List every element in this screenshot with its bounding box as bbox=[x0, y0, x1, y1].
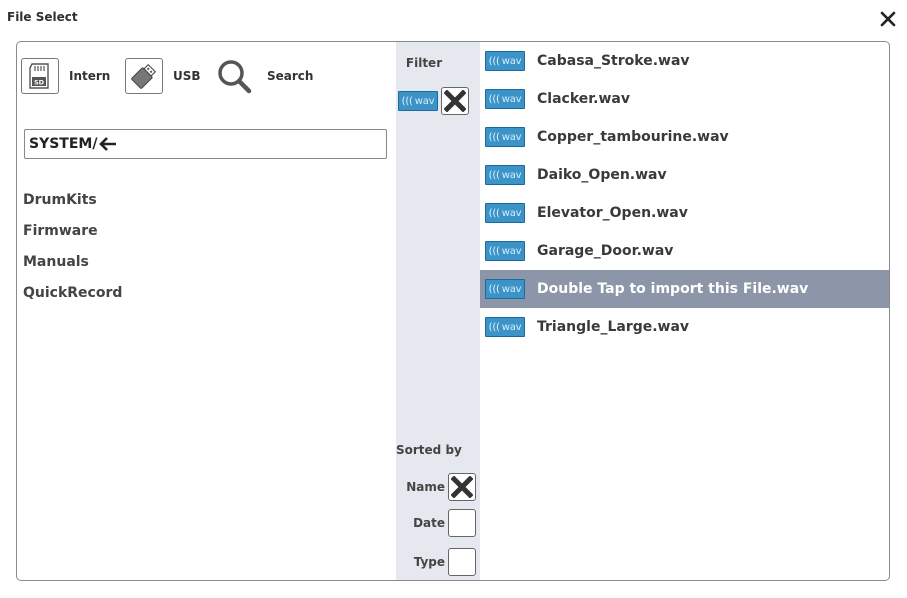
file-row[interactable]: (((wav Garage_Door.wav bbox=[480, 232, 889, 270]
checked-x-icon bbox=[444, 90, 466, 112]
sort-type-option[interactable]: Type bbox=[414, 548, 476, 576]
wav-file-icon: (((wav bbox=[485, 127, 525, 147]
file-row-selected[interactable]: (((wav Double Tap to import this File.wa… bbox=[480, 270, 889, 308]
file-row[interactable]: (((wav Daiko_Open.wav bbox=[480, 156, 889, 194]
sort-name-checkbox[interactable] bbox=[448, 473, 476, 501]
sort-type-checkbox[interactable] bbox=[448, 548, 476, 576]
wav-file-icon: (((wav bbox=[485, 241, 525, 261]
file-row[interactable]: (((wav Elevator_Open.wav bbox=[480, 194, 889, 232]
window-title: File Select bbox=[7, 10, 78, 24]
wav-file-icon: (((wav bbox=[485, 203, 525, 223]
source-intern-button[interactable]: SD Intern bbox=[21, 56, 110, 96]
wav-file-icon: (((wav bbox=[485, 317, 525, 337]
source-intern-label: Intern bbox=[69, 69, 111, 83]
usb-stick-icon[interactable] bbox=[125, 58, 163, 94]
sound-waves-icon: ((( bbox=[401, 95, 413, 107]
sort-date-option[interactable]: Date bbox=[413, 509, 476, 537]
file-name: Clacker.wav bbox=[537, 91, 630, 107]
sort-name-label: Name bbox=[406, 480, 445, 494]
file-row[interactable]: (((wav Copper_tambourine.wav bbox=[480, 118, 889, 156]
sort-type-label: Type bbox=[413, 555, 445, 569]
close-button[interactable] bbox=[877, 8, 899, 30]
checked-x-icon bbox=[451, 476, 473, 498]
file-name: Daiko_Open.wav bbox=[537, 167, 667, 183]
sort-name-option[interactable]: Name bbox=[406, 473, 476, 501]
path-field[interactable]: SYSTEM/ bbox=[24, 129, 387, 159]
filter-wav-checkbox[interactable] bbox=[441, 87, 469, 115]
file-name: Copper_tambourine.wav bbox=[537, 129, 729, 145]
file-browser-panel: SD Intern USB Search SYSTEM/ DrumKits Fi… bbox=[16, 41, 890, 581]
file-row[interactable]: (((wav Clacker.wav bbox=[480, 80, 889, 118]
source-search-button[interactable]: Search bbox=[215, 56, 313, 96]
wav-file-icon: (((wav bbox=[485, 51, 525, 71]
filter-wav-toggle[interactable]: ((( wav bbox=[398, 87, 469, 115]
sort-date-label: Date bbox=[413, 516, 445, 530]
file-list: (((wav Cabasa_Stroke.wav (((wav Clacker.… bbox=[480, 42, 889, 346]
search-icon[interactable] bbox=[215, 57, 255, 95]
sd-card-icon[interactable]: SD bbox=[21, 58, 59, 94]
file-name: Triangle_Large.wav bbox=[537, 319, 690, 335]
folder-item-firmware[interactable]: Firmware bbox=[23, 216, 122, 247]
filter-label: Filter bbox=[405, 56, 443, 70]
sorted-by-label: Sorted by bbox=[396, 443, 462, 457]
source-search-label: Search bbox=[267, 69, 314, 83]
wav-file-icon: (((wav bbox=[485, 165, 525, 185]
svg-text:SD: SD bbox=[34, 79, 45, 87]
folder-item-quickrecord[interactable]: QuickRecord bbox=[23, 278, 122, 309]
close-icon[interactable] bbox=[877, 8, 899, 30]
wav-filter-tag-label: wav bbox=[414, 95, 435, 107]
file-name: Cabasa_Stroke.wav bbox=[537, 53, 690, 69]
sort-date-checkbox[interactable] bbox=[448, 509, 476, 537]
wav-file-icon: (((wav bbox=[485, 279, 525, 299]
source-usb-label: USB bbox=[173, 69, 201, 83]
path-value: SYSTEM/ bbox=[29, 136, 98, 152]
file-name: Elevator_Open.wav bbox=[537, 205, 688, 221]
folder-list: DrumKits Firmware Manuals QuickRecord bbox=[23, 185, 122, 309]
wav-filter-tag: ((( wav bbox=[398, 91, 438, 111]
folder-item-manuals[interactable]: Manuals bbox=[23, 247, 122, 278]
file-name: Garage_Door.wav bbox=[537, 243, 674, 259]
file-row[interactable]: (((wav Cabasa_Stroke.wav bbox=[480, 42, 889, 80]
file-name: Double Tap to import this File.wav bbox=[537, 281, 809, 297]
back-arrow-icon[interactable] bbox=[99, 137, 117, 151]
filter-sort-column: Filter ((( wav Sorted by Name Date Type bbox=[396, 42, 480, 580]
source-usb-button[interactable]: USB bbox=[125, 56, 201, 96]
folder-item-drumkits[interactable]: DrumKits bbox=[23, 185, 122, 216]
wav-file-icon: (((wav bbox=[485, 89, 525, 109]
file-row[interactable]: (((wav Triangle_Large.wav bbox=[480, 308, 889, 346]
